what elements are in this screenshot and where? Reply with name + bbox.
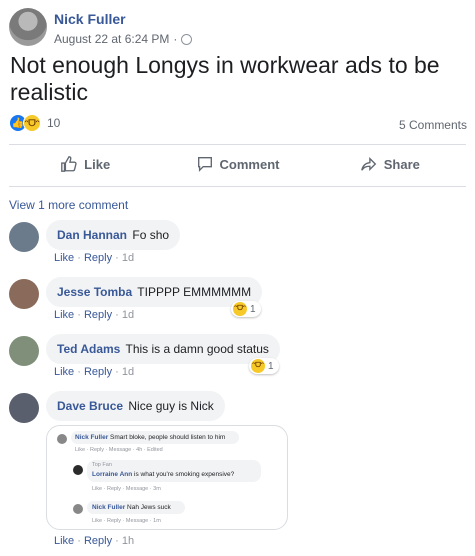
comment-like-link[interactable]: Like	[54, 366, 74, 378]
comment-text: Nice guy is Nick	[128, 399, 214, 413]
view-more-comments-link[interactable]: View 1 more comment	[9, 198, 128, 212]
comment-reply-link[interactable]: Reply	[84, 535, 112, 547]
mini-comment: Nick Fuller Smart bloke, people should l…	[75, 434, 226, 441]
comment-text: TIPPPP EMMMMMM	[137, 285, 252, 299]
share-label: Share	[383, 156, 420, 172]
comment-time[interactable]: 1h	[122, 535, 134, 547]
mini-avatar	[73, 465, 83, 475]
commenter-avatar[interactable]	[9, 279, 39, 309]
comment-bubble: Ted Adams This is a damn good status	[46, 334, 280, 364]
comment-button[interactable]: Comment	[161, 148, 313, 180]
share-button[interactable]: Share	[314, 148, 466, 180]
author-avatar[interactable]	[9, 8, 47, 46]
comment-reaction-count: 1	[250, 303, 256, 315]
comment-bubble: Dave Bruce Nice guy is Nick	[46, 391, 225, 421]
comment-attachment-image[interactable]: Nick Fuller Smart bloke, people should l…	[46, 425, 288, 530]
comment-bubble: Dan Hannan Fo sho	[46, 220, 181, 250]
haha-reaction-icon: ᵔᗜᵔ	[233, 302, 247, 316]
mini-avatar	[57, 434, 67, 444]
divider	[9, 186, 466, 187]
mini-comment: Lorraine Ann is what you're smoking expe…	[92, 471, 235, 478]
commenter-avatar[interactable]	[9, 336, 39, 366]
comment-label: Comment	[219, 156, 280, 172]
comment-actions: Like · Reply · 1d	[54, 366, 135, 378]
comment-text: This is a damn good status	[125, 342, 269, 356]
haha-reaction-icon: ᵔᗜᵔ	[251, 359, 265, 373]
comment-actions: Like · Reply · 1h	[54, 535, 135, 547]
commenter-name[interactable]: Ted Adams	[57, 342, 120, 356]
post-actions: Like Comment Share	[9, 148, 466, 180]
post-header: Nick Fuller August 22 at 6:24 PM ·	[9, 8, 469, 48]
mini-meta: Like · Reply · Message · 4h · Edited	[75, 447, 163, 453]
comment-time[interactable]: 1d	[122, 366, 134, 378]
post-meta: August 22 at 6:24 PM ·	[54, 32, 193, 46]
comment-reaction[interactable]: ᵔᗜᵔ 1	[231, 301, 261, 317]
reaction-summary[interactable]: 👍 ᵔᗜᵔ 10	[9, 114, 60, 132]
thumbs-up-icon	[61, 156, 77, 172]
commenter-name[interactable]: Jesse Tomba	[57, 285, 132, 299]
mini-comment: Nick Fuller Nah Jews suck	[92, 504, 171, 511]
comment-icon	[197, 157, 212, 172]
commenter-avatar[interactable]	[9, 222, 39, 252]
comment-reply-link[interactable]: Reply	[84, 252, 112, 264]
like-button[interactable]: Like	[9, 148, 161, 180]
comment-reaction[interactable]: ᵔᗜᵔ 1	[249, 358, 279, 374]
comment-text: Fo sho	[132, 228, 170, 242]
comment-like-link[interactable]: Like	[54, 309, 74, 321]
commenter-avatar[interactable]	[9, 393, 39, 423]
comment-actions: Like · Reply · 1d	[54, 309, 135, 321]
mini-meta: Like · Reply · Message · 1m	[92, 518, 161, 524]
mini-badge: Top Fan	[92, 462, 112, 468]
comment-time[interactable]: 1d	[122, 252, 134, 264]
like-label: Like	[84, 156, 111, 172]
comment-like-link[interactable]: Like	[54, 535, 74, 547]
author-name[interactable]: Nick Fuller	[54, 11, 126, 27]
comment-bubble: Jesse Tomba TIPPPP EMMMMMM	[46, 277, 263, 307]
post-timestamp[interactable]: August 22 at 6:24 PM	[54, 32, 169, 46]
comment-reaction-count: 1	[268, 360, 274, 372]
commenter-name[interactable]: Dave Bruce	[57, 399, 123, 413]
comment-actions: Like · Reply · 1d	[54, 252, 135, 264]
mini-avatar	[73, 504, 83, 514]
comment-like-link[interactable]: Like	[54, 252, 74, 264]
comment-count[interactable]: 5 Comments	[399, 118, 467, 132]
post-text: Not enough Longys in workwear ads to be …	[10, 52, 440, 105]
comment-reply-link[interactable]: Reply	[84, 309, 112, 321]
divider	[9, 144, 466, 145]
share-icon	[360, 156, 377, 172]
globe-icon	[181, 33, 193, 45]
commenter-name[interactable]: Dan Hannan	[57, 228, 127, 242]
comment-time[interactable]: 1d	[122, 309, 134, 321]
comment-reply-link[interactable]: Reply	[84, 366, 112, 378]
haha-reaction-icon: ᵔᗜᵔ	[23, 114, 41, 132]
mini-meta: Like · Reply · Message · 3m	[92, 486, 161, 492]
reaction-count: 10	[47, 116, 61, 130]
